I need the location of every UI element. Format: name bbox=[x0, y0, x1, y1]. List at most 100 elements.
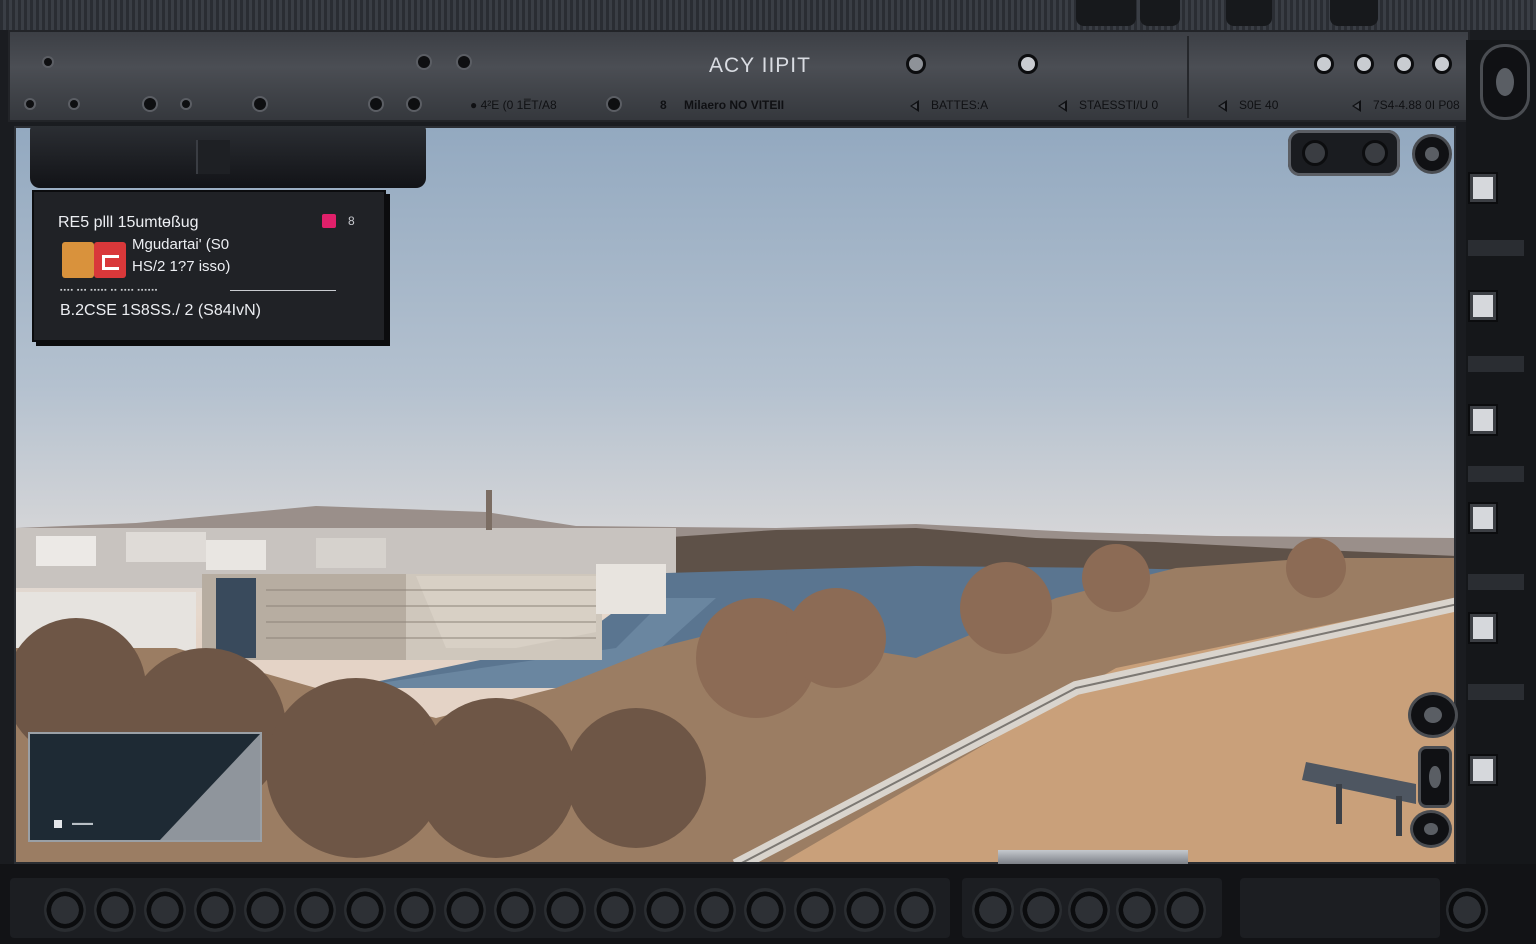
top-rail bbox=[0, 0, 1536, 30]
camera-icon[interactable] bbox=[1288, 130, 1400, 176]
info-line-3: HS/2 1?7 isso) bbox=[132, 258, 231, 275]
screw-icon bbox=[44, 58, 52, 66]
sensor-icon bbox=[1418, 746, 1452, 808]
info-line-1: RE5 plll 15umtɵßuɡ bbox=[58, 214, 199, 231]
orange-chip-icon bbox=[62, 242, 94, 278]
side-button[interactable] bbox=[1468, 172, 1498, 204]
port-icon bbox=[844, 888, 886, 932]
screw-icon bbox=[418, 56, 430, 68]
port-icon bbox=[494, 888, 536, 932]
rail-knob bbox=[1226, 0, 1272, 26]
status-item-2-prefix: 8 bbox=[660, 98, 667, 112]
port-icon bbox=[544, 888, 586, 932]
rail-knob bbox=[1330, 0, 1378, 26]
screw-icon bbox=[608, 98, 620, 110]
status-item-6-label: 7S4-4.88 0I P08 bbox=[1373, 98, 1460, 112]
side-button[interactable] bbox=[1468, 290, 1498, 322]
sensor-icon[interactable] bbox=[1412, 134, 1452, 174]
side-bar bbox=[1468, 466, 1524, 482]
ring-icon[interactable] bbox=[1432, 54, 1452, 74]
triangle-left-icon bbox=[1058, 99, 1067, 112]
device-box: ▬▬▬ bbox=[28, 732, 262, 842]
port-icon bbox=[144, 888, 186, 932]
status-item-4-label: STAESSTI/U 0 bbox=[1079, 98, 1159, 112]
mount-clamp bbox=[30, 126, 426, 188]
port-icon bbox=[344, 888, 386, 932]
port-icon bbox=[744, 888, 786, 932]
status-item-3[interactable]: BATTES:A bbox=[910, 98, 988, 112]
screw-icon bbox=[408, 98, 420, 110]
app-title: ACY IIPIT bbox=[709, 54, 811, 77]
rail-knob bbox=[1076, 0, 1136, 26]
side-button[interactable] bbox=[1468, 612, 1498, 644]
side-button[interactable] bbox=[1468, 754, 1498, 786]
ring-icon[interactable] bbox=[1314, 54, 1334, 74]
port-icon bbox=[444, 888, 486, 932]
sensor-icon[interactable] bbox=[1408, 692, 1458, 738]
sensor-icon bbox=[1480, 44, 1530, 120]
side-button[interactable] bbox=[1468, 502, 1498, 534]
info-panel[interactable]: RE5 plll 15umtɵßuɡ 8 Mgudartai' (S0 HS/2… bbox=[32, 190, 386, 342]
info-micro-text: ▪▪▪▪ ▪▪▪ ▪▪▪▪▪ ▪▪ ▪▪▪▪ ▪▪▪▪▪▪ bbox=[60, 287, 159, 294]
port-icon bbox=[894, 888, 936, 932]
red-chip-icon bbox=[94, 242, 126, 278]
screw-icon bbox=[144, 98, 156, 110]
info-divider bbox=[230, 290, 336, 291]
status-divider bbox=[1187, 36, 1189, 118]
device-square-icon bbox=[54, 820, 62, 828]
screw-icon bbox=[26, 100, 34, 108]
clamp-notch bbox=[196, 140, 230, 174]
dot-icon: ● bbox=[470, 98, 478, 112]
port-icon bbox=[294, 888, 336, 932]
status-item-5-label: S0E 40 bbox=[1239, 98, 1279, 112]
rail-knob bbox=[1140, 0, 1180, 26]
port-icon bbox=[694, 888, 736, 932]
screw-icon bbox=[458, 56, 470, 68]
side-bar bbox=[1468, 356, 1524, 372]
panel-indicator: 8 bbox=[348, 214, 355, 228]
ring-icon[interactable] bbox=[1394, 54, 1414, 74]
ring-icon bbox=[906, 54, 926, 74]
status-item-6[interactable]: 7S4-4.88 0I P08 bbox=[1352, 98, 1460, 112]
port-icon bbox=[972, 888, 1014, 932]
status-item-2: 8 Milaero NO VITEII bbox=[660, 98, 784, 112]
port-icon bbox=[244, 888, 286, 932]
status-item-5[interactable]: S0E 40 bbox=[1218, 98, 1278, 112]
screw-icon bbox=[370, 98, 382, 110]
port-icon bbox=[1446, 888, 1488, 932]
ring-icon[interactable] bbox=[1018, 54, 1038, 74]
port-icon bbox=[1164, 888, 1206, 932]
screw-icon bbox=[182, 100, 190, 108]
status-item-1-label: 4²E (0 1E̅T/A8 bbox=[480, 98, 557, 112]
port-icon bbox=[1020, 888, 1062, 932]
bottom-tray bbox=[1240, 878, 1440, 938]
port-icon bbox=[1116, 888, 1158, 932]
port-icon bbox=[794, 888, 836, 932]
screw-icon bbox=[254, 98, 266, 110]
status-item-1: ● 4²E (0 1E̅T/A8 bbox=[470, 98, 557, 112]
record-icon[interactable] bbox=[322, 214, 336, 228]
side-button[interactable] bbox=[1468, 404, 1498, 436]
triangle-left-icon bbox=[910, 99, 919, 112]
port-icon bbox=[594, 888, 636, 932]
port-icon bbox=[394, 888, 436, 932]
device-box-bevel bbox=[160, 734, 260, 840]
bottom-clip bbox=[998, 850, 1188, 864]
triangle-left-icon bbox=[1218, 99, 1227, 112]
status-bar: ACY IIPIT ● 4²E (0 1E̅T/A8 8 Milaero NO … bbox=[8, 30, 1470, 122]
device-box-label: ▬▬▬ bbox=[72, 820, 93, 827]
port-icon bbox=[644, 888, 686, 932]
info-line-4: B.2CSE 1S8SS./ 2 (S84IvN) bbox=[60, 302, 261, 319]
camera-lens-icon bbox=[1302, 140, 1328, 166]
ring-icon[interactable] bbox=[1354, 54, 1374, 74]
camera-lens-icon bbox=[1362, 140, 1388, 166]
side-bar bbox=[1468, 240, 1524, 256]
status-item-3-label: BATTES:A bbox=[931, 98, 989, 112]
side-bar bbox=[1468, 684, 1524, 700]
status-item-4[interactable]: STAESSTI/U 0 bbox=[1058, 98, 1158, 112]
status-item-2-label: Milaero NO VITEII bbox=[684, 98, 785, 112]
port-icon bbox=[1068, 888, 1110, 932]
port-icon bbox=[94, 888, 136, 932]
port-icon bbox=[44, 888, 86, 932]
sensor-icon[interactable] bbox=[1410, 810, 1452, 848]
